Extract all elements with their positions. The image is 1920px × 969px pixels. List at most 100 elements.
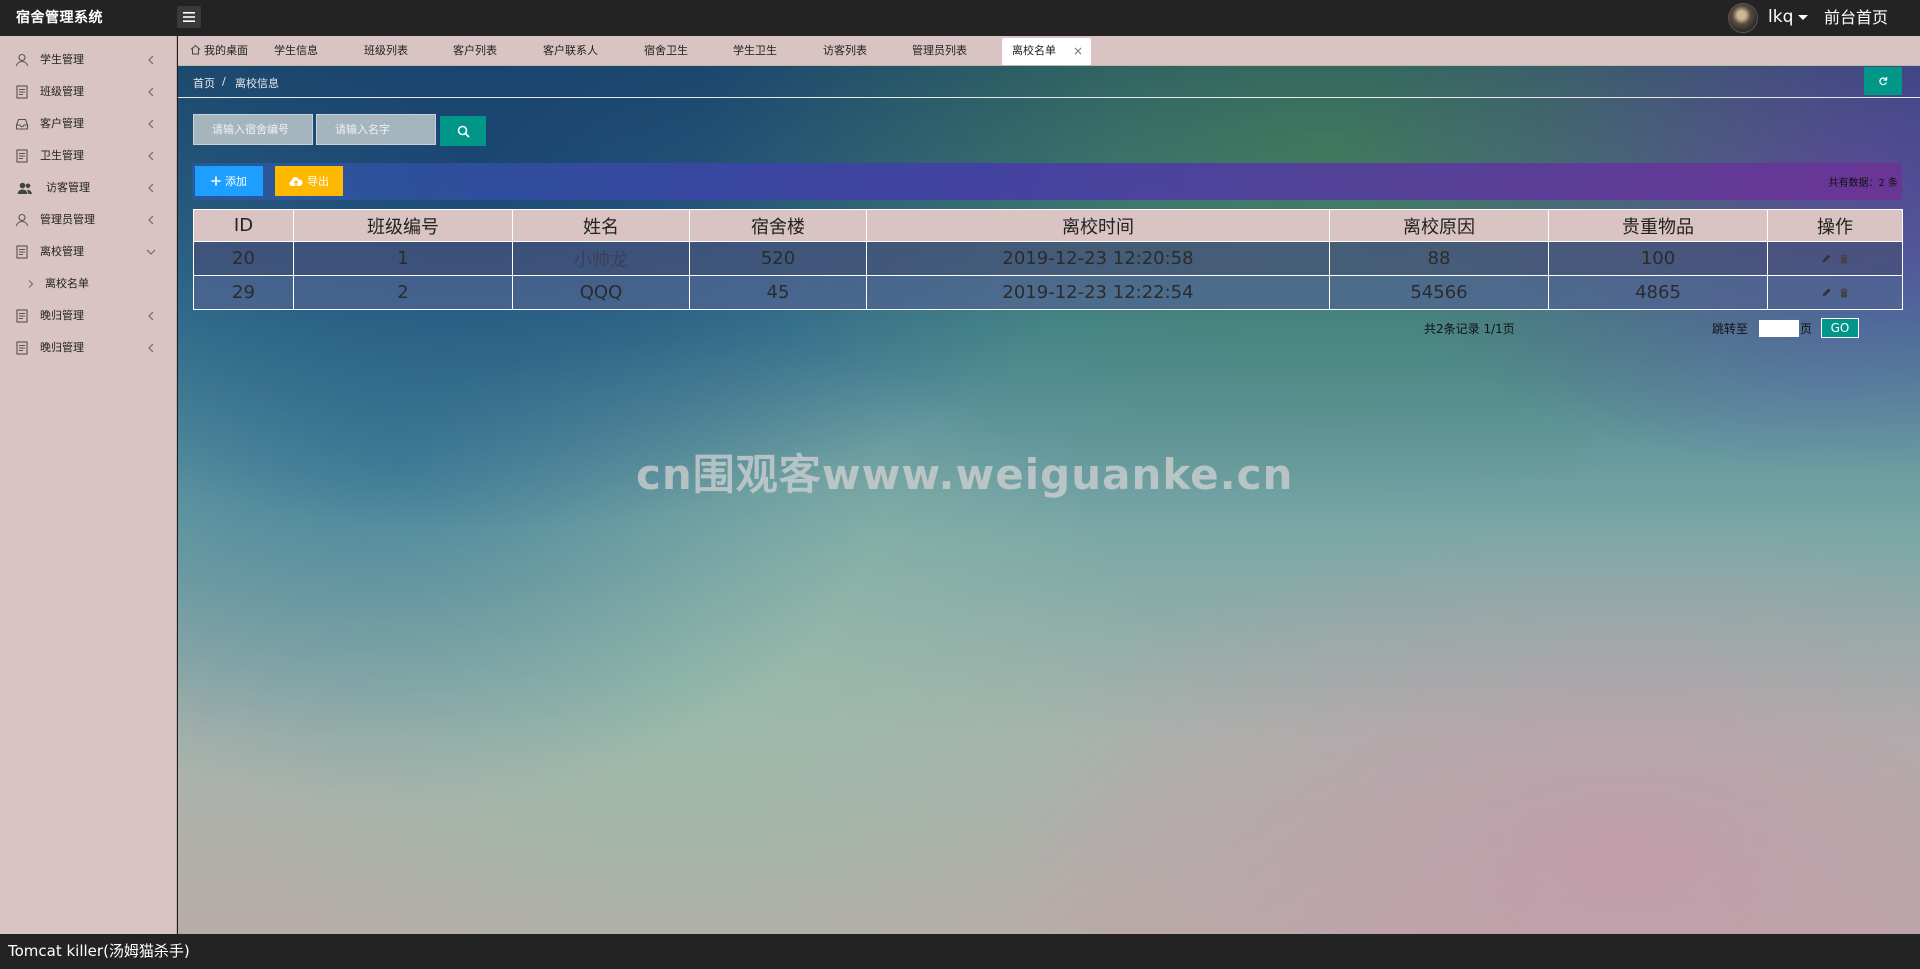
sidebar-item-label: 访客管理 <box>46 181 90 194</box>
table-header-row: ID 班级编号 姓名 宿舍楼 离校时间 离校原因 贵重物品 操作 <box>193 209 1903 242</box>
tab-label: 管理员列表 <box>912 44 967 57</box>
menu-toggle-button[interactable] <box>177 6 201 28</box>
document-icon <box>16 85 28 99</box>
cell-building: 520 <box>689 241 867 276</box>
sidebar-item-leave[interactable]: 离校管理 <box>0 236 177 268</box>
cell-actions <box>1767 241 1903 276</box>
chevron-left-icon <box>148 55 154 65</box>
chevron-right-icon <box>28 280 34 288</box>
page-unit-label: 页 <box>1800 322 1813 336</box>
plus-icon <box>211 176 221 186</box>
user-menu[interactable]: lkq <box>1768 0 1793 36</box>
tab-label: 客户列表 <box>453 44 497 57</box>
go-button[interactable]: GO <box>1821 318 1859 338</box>
sidebar-item-late-return-2[interactable]: 晚归管理 <box>0 332 177 364</box>
column-header: 离校时间 <box>866 209 1330 242</box>
pager-jump-label: 跳转至 <box>1712 322 1749 336</box>
cell-leave-time: 2019-12-23 12:20:58 <box>866 241 1330 276</box>
tab-dorm-hygiene[interactable]: 宿舍卫生 <box>644 36 688 66</box>
sidebar-item-label: 晚归管理 <box>40 341 84 354</box>
sidebar-item-label: 离校管理 <box>40 245 84 258</box>
document-icon <box>16 341 28 355</box>
breadcrumb-current: 离校信息 <box>235 77 279 90</box>
users-icon <box>17 182 32 194</box>
cell-name: 小帅龙 <box>512 241 690 276</box>
inbox-icon <box>15 118 29 130</box>
tab-label: 宿舍卫生 <box>644 44 688 57</box>
chevron-left-icon <box>148 215 154 225</box>
add-button[interactable]: 添加 <box>195 166 263 196</box>
column-header: 离校原因 <box>1329 209 1549 242</box>
main-content: 我的桌面 学生信息 班级列表 客户列表 客户联系人 宿舍卫生 学生卫生 访客列表… <box>178 36 1920 934</box>
sidebar-item-label: 班级管理 <box>40 85 84 98</box>
home-icon <box>190 44 201 55</box>
dorm-number-input[interactable]: 请输入宿舍编号 <box>193 114 313 145</box>
caret-down-icon[interactable] <box>1798 15 1808 20</box>
tab-admin-list[interactable]: 管理员列表 <box>912 36 967 66</box>
tab-label: 学生信息 <box>274 44 318 57</box>
sidebar-item-hygiene[interactable]: 卫生管理 <box>0 140 177 172</box>
user-icon <box>15 213 29 227</box>
app-title: 宿舍管理系统 <box>16 10 103 26</box>
hamburger-icon <box>183 12 195 22</box>
cell-valuables: 4865 <box>1548 275 1768 310</box>
refresh-icon <box>1879 77 1888 86</box>
sidebar-item-visitor[interactable]: 访客管理 <box>0 172 177 204</box>
tab-label: 访客列表 <box>823 44 867 57</box>
footer: Tomcat killer(汤姆猫杀手) <box>0 934 1920 969</box>
sidebar-item-admin[interactable]: 管理员管理 <box>0 204 177 236</box>
avatar[interactable] <box>1728 3 1758 33</box>
sidebar-item-student[interactable]: 学生管理 <box>0 44 177 76</box>
cell-class-no: 2 <box>293 275 513 310</box>
sidebar-item-class[interactable]: 班级管理 <box>0 76 177 108</box>
tab-leave-list[interactable]: 离校名单 × <box>1002 38 1091 65</box>
sidebar-item-customer[interactable]: 客户管理 <box>0 108 177 140</box>
column-header: 姓名 <box>512 209 690 242</box>
chevron-left-icon <box>148 183 154 193</box>
front-home-link[interactable]: 前台首页 <box>1824 0 1888 36</box>
tab-student-hygiene[interactable]: 学生卫生 <box>733 36 777 66</box>
sidebar-item-label: 卫生管理 <box>40 149 84 162</box>
tab-customer-contact[interactable]: 客户联系人 <box>543 36 598 66</box>
table-row: 20 1 小帅龙 520 2019-12-23 12:20:58 88 100 <box>193 241 1903 276</box>
tab-bar: 我的桌面 学生信息 班级列表 客户列表 客户联系人 宿舍卫生 学生卫生 访客列表… <box>178 36 1920 66</box>
cell-reason: 54566 <box>1329 275 1549 310</box>
user-icon <box>15 53 29 67</box>
tab-label: 客户联系人 <box>543 44 598 57</box>
tab-customer-list[interactable]: 客户列表 <box>453 36 497 66</box>
document-icon <box>16 245 28 259</box>
sidebar-item-late-return[interactable]: 晚归管理 <box>0 300 177 332</box>
chevron-left-icon <box>148 311 154 321</box>
breadcrumb-home[interactable]: 首页 <box>193 75 215 91</box>
sidebar-item-leave-list[interactable]: 离校名单 <box>0 268 177 300</box>
tab-my-desktop[interactable]: 我的桌面 <box>190 36 248 66</box>
delete-icon[interactable] <box>1839 254 1849 264</box>
cell-building: 45 <box>689 275 867 310</box>
tab-class-list[interactable]: 班级列表 <box>364 36 408 66</box>
leave-table: ID 班级编号 姓名 宿舍楼 离校时间 离校原因 贵重物品 操作 20 1 小帅… <box>193 209 1903 310</box>
total-count: 共有数据：2 条 <box>1828 178 1898 189</box>
tab-student-info[interactable]: 学生信息 <box>274 36 318 66</box>
search-button[interactable] <box>440 116 486 146</box>
cell-class-no: 1 <box>293 241 513 276</box>
cell-id: 20 <box>193 241 294 276</box>
export-button[interactable]: 导出 <box>275 166 343 196</box>
sidebar-item-label: 管理员管理 <box>40 213 95 226</box>
breadcrumb: 首页 / 离校信息 <box>178 66 1920 98</box>
cell-name: QQQ <box>512 275 690 310</box>
add-label: 添加 <box>225 175 247 188</box>
column-header: 操作 <box>1767 209 1903 242</box>
delete-icon[interactable] <box>1839 288 1849 298</box>
refresh-button[interactable] <box>1864 67 1902 95</box>
tab-label: 我的桌面 <box>204 44 248 57</box>
tab-visitor-list[interactable]: 访客列表 <box>823 36 867 66</box>
column-header: 贵重物品 <box>1548 209 1768 242</box>
chevron-down-icon <box>146 249 156 255</box>
sidebar: 学生管理 班级管理 客户管理 卫生管理 访客管理 管理员管理 离校管理 离校名单… <box>0 36 177 934</box>
edit-icon[interactable] <box>1821 254 1831 264</box>
toolbar: 添加 导出 共有数据：2 条 <box>192 163 1902 200</box>
name-input[interactable]: 请输入名字 <box>316 114 436 145</box>
edit-icon[interactable] <box>1821 288 1831 298</box>
page-number-input[interactable] <box>1759 320 1799 337</box>
close-icon[interactable]: × <box>1073 38 1083 64</box>
